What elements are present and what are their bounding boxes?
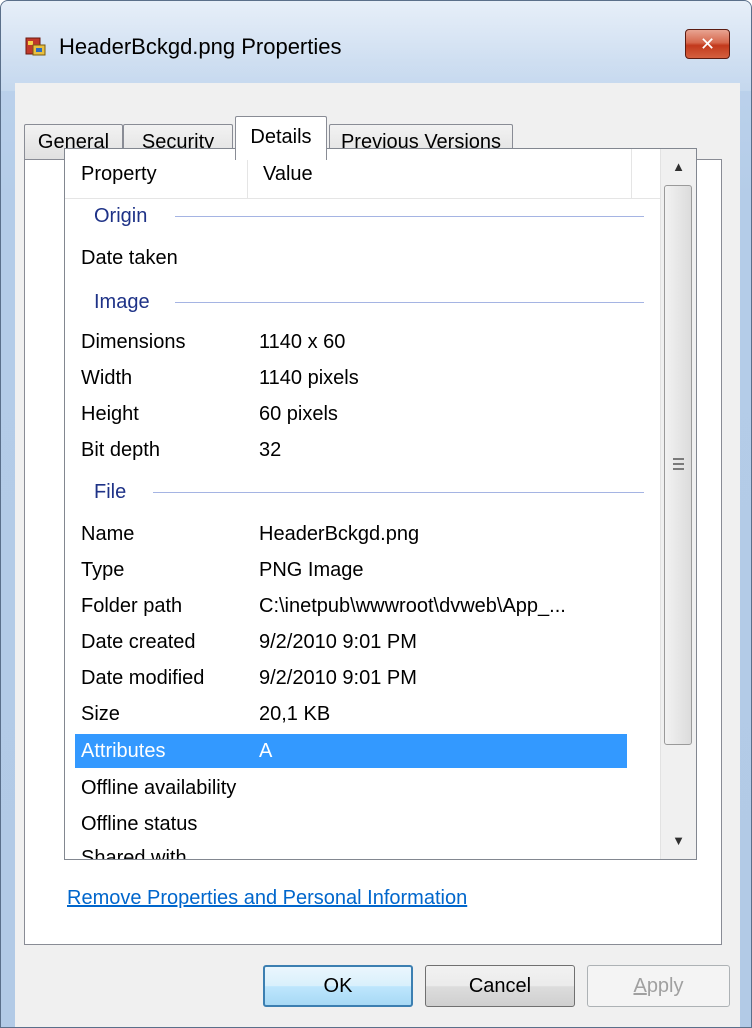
property-value: 9/2/2010 9:01 PM <box>259 667 417 689</box>
window-title: HeaderBckgd.png Properties <box>59 34 342 59</box>
close-button[interactable]: ✕ <box>685 29 730 59</box>
property-value: 1140 pixels <box>259 367 359 389</box>
column-divider[interactable] <box>631 149 632 198</box>
properties-list[interactable]: Property Value Origin Date taken Image D… <box>64 148 697 860</box>
list-item-height[interactable]: Height 60 pixels <box>75 397 627 431</box>
tab-details[interactable]: Details <box>235 116 327 160</box>
property-name: Date created <box>81 631 196 653</box>
property-value: PNG Image <box>259 559 364 581</box>
property-name: Width <box>81 367 133 389</box>
property-name: Name <box>81 523 135 545</box>
property-value: C:\inetpub\wwwroot\dvweb\App_... <box>259 595 566 617</box>
column-header: Property Value <box>65 149 660 199</box>
property-value: 60 pixels <box>259 403 338 425</box>
group-origin: Origin <box>65 199 660 233</box>
property-name: Offline availability <box>81 777 237 799</box>
group-label: Origin <box>94 199 158 233</box>
list-item-size[interactable]: Size 20,1 KB <box>75 697 627 731</box>
group-divider-line <box>175 302 644 303</box>
list-item-date-created[interactable]: Date created 9/2/2010 9:01 PM <box>75 625 627 659</box>
list-item-dimensions[interactable]: Dimensions 1140 x 60 <box>75 325 627 359</box>
property-name: Dimensions <box>81 331 186 353</box>
vertical-scrollbar[interactable]: ▲ ▼ <box>660 149 696 859</box>
property-name: Bit depth <box>81 439 160 461</box>
cancel-button[interactable]: Cancel <box>425 965 575 1007</box>
apply-button[interactable]: Apply <box>587 965 730 1007</box>
scrollbar-thumb[interactable] <box>664 185 692 745</box>
list-item-folder-path[interactable]: Folder path C:\inetpub\wwwroot\dvweb\App… <box>75 589 627 623</box>
list-item-bit-depth[interactable]: Bit depth 32 <box>75 433 627 467</box>
remove-properties-link[interactable]: Remove Properties and Personal Informati… <box>67 887 467 910</box>
property-name: Date modified <box>81 667 205 689</box>
property-value: HeaderBckgd.png <box>259 523 420 545</box>
group-divider-line <box>153 492 644 493</box>
list-item-date-modified[interactable]: Date modified 9/2/2010 9:01 PM <box>75 661 627 695</box>
tab-label: Details <box>250 126 312 148</box>
group-label: File <box>94 475 137 509</box>
property-name: Offline status <box>81 813 198 835</box>
list-item-offline-status[interactable]: Offline status <box>75 807 627 841</box>
property-name: Height <box>81 403 139 425</box>
scroll-down-arrow-icon[interactable]: ▼ <box>661 823 696 859</box>
property-name: Attributes <box>81 740 166 762</box>
list-item-shared-with[interactable]: Shared with <box>75 841 627 860</box>
list-item-width[interactable]: Width 1140 pixels <box>75 361 627 395</box>
group-image: Image <box>65 285 660 319</box>
property-value: 9/2/2010 9:01 PM <box>259 631 417 653</box>
group-label: Image <box>94 285 160 319</box>
property-name: Size <box>81 703 120 725</box>
list-item-type[interactable]: Type PNG Image <box>75 553 627 587</box>
scroll-grip-icon <box>673 458 684 470</box>
column-header-property[interactable]: Property <box>65 149 247 198</box>
ok-button[interactable]: OK <box>263 965 413 1007</box>
property-name: Shared with <box>81 847 187 860</box>
properties-window: HeaderBckgd.png Properties ✕ General Sec… <box>0 0 752 1028</box>
scroll-up-arrow-icon[interactable]: ▲ <box>661 149 696 185</box>
property-name: Type <box>81 559 125 581</box>
list-item-offline-availability[interactable]: Offline availability <box>75 771 627 805</box>
list-item-date-taken[interactable]: Date taken <box>75 241 627 275</box>
list-item-attributes[interactable]: Attributes A <box>75 734 627 768</box>
list-item-name[interactable]: Name HeaderBckgd.png <box>75 517 627 551</box>
close-icon: ✕ <box>699 34 716 54</box>
property-value: 20,1 KB <box>259 703 331 725</box>
property-value: A <box>259 740 273 762</box>
property-name: Date taken <box>81 247 178 269</box>
group-divider-line <box>175 216 644 217</box>
property-value: 1140 x 60 <box>259 331 346 353</box>
group-file: File <box>65 475 660 509</box>
property-value: 32 <box>259 439 282 461</box>
property-name: Folder path <box>81 595 183 617</box>
image-file-icon <box>25 37 46 56</box>
title-bar[interactable]: HeaderBckgd.png Properties ✕ <box>1 1 751 83</box>
